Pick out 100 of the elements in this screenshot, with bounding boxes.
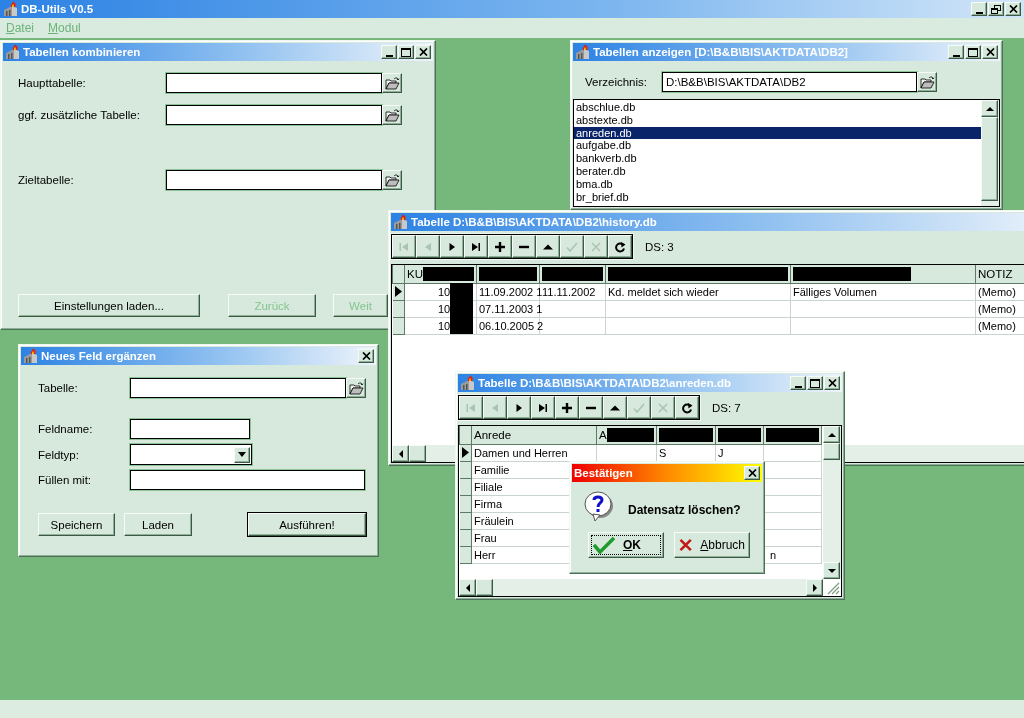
input-field[interactable]	[166, 170, 382, 190]
app-title: DB-Utils V0.5	[21, 3, 94, 15]
refresh-button[interactable]	[608, 235, 632, 258]
scroll-arrow-button[interactable]	[823, 562, 840, 579]
minimize-button[interactable]	[381, 45, 397, 59]
last-button[interactable]	[464, 235, 488, 258]
scroll-thumb[interactable]	[981, 117, 998, 201]
maximize-button[interactable]	[965, 45, 981, 59]
close-button[interactable]	[1005, 2, 1021, 16]
folder-open-icon	[384, 173, 400, 187]
scroll-thumb[interactable]	[409, 445, 426, 462]
scroll-thumb[interactable]	[823, 443, 840, 460]
browse-button[interactable]	[382, 105, 402, 125]
close-button[interactable]	[358, 349, 374, 363]
column-header[interactable]: A	[596, 426, 657, 444]
dropdown-field[interactable]	[130, 444, 252, 465]
scrollbar[interactable]	[459, 579, 823, 596]
list-item[interactable]: abstexte.db	[574, 113, 981, 127]
plus-icon	[494, 240, 506, 253]
restore-button[interactable]	[988, 2, 1004, 16]
close-button[interactable]	[744, 466, 760, 480]
table-cell-text: 11.11.2002	[542, 284, 596, 300]
app-icon	[5, 44, 21, 60]
refresh-button[interactable]	[675, 396, 699, 419]
browse-button[interactable]	[346, 378, 366, 398]
next-button[interactable]	[440, 235, 464, 258]
list-item[interactable]: berater.db	[574, 165, 981, 178]
input-field[interactable]	[166, 73, 382, 93]
restore-icon	[991, 4, 1001, 14]
scroll-thumb[interactable]	[476, 579, 493, 596]
list-item[interactable]: aufgabe.db	[574, 139, 981, 153]
scroll-arrow-button[interactable]	[806, 579, 823, 596]
last-button[interactable]	[531, 396, 555, 419]
close-button[interactable]	[824, 376, 840, 390]
input-field[interactable]	[130, 470, 365, 490]
folder-open-icon	[348, 381, 364, 395]
ok-button[interactable]: OK	[588, 532, 664, 558]
column-header[interactable]: NOTIZ	[975, 265, 1024, 283]
left-arrow-icon	[464, 583, 471, 592]
list-item[interactable]: bma.db	[574, 177, 981, 191]
field-label: Feldname:	[38, 423, 94, 435]
form-button[interactable]: Einstellungen laden...	[18, 294, 200, 317]
column-header[interactable]: KU	[404, 265, 477, 283]
form-button[interactable]: Laden	[124, 513, 192, 536]
list-item[interactable]: abschlue.db	[574, 101, 981, 114]
delete-button[interactable]	[579, 396, 603, 419]
input-field[interactable]	[166, 105, 382, 125]
window-title: Tabellen kombinieren	[23, 46, 141, 58]
maximize-button[interactable]	[398, 45, 414, 59]
dropdown-button[interactable]	[234, 446, 250, 463]
minimize-button[interactable]	[971, 2, 987, 16]
skip-end-icon	[537, 401, 549, 414]
scroll-arrow-button[interactable]	[823, 426, 840, 443]
scroll-arrow-button[interactable]	[392, 445, 409, 462]
list-item[interactable]: bankverb.db	[574, 152, 981, 165]
edit-button[interactable]	[603, 396, 627, 419]
right-arrow-icon	[811, 583, 818, 592]
list-item[interactable]: anreden.db	[574, 126, 981, 140]
scroll-arrow-button[interactable]	[459, 579, 476, 596]
question-icon	[583, 491, 615, 523]
browse-button[interactable]	[382, 170, 402, 190]
insert-button[interactable]	[555, 396, 579, 419]
scrollbar[interactable]	[823, 426, 841, 579]
table-cell-text: 10	[438, 284, 451, 300]
table-cell-text: 07.11.2003 1	[479, 301, 543, 317]
table-cell-text: 10	[438, 318, 451, 334]
next-button[interactable]	[507, 396, 531, 419]
delete-button[interactable]	[512, 235, 536, 258]
cancel-button[interactable]: Abbruch	[674, 532, 750, 558]
close-button[interactable]	[415, 45, 431, 59]
insert-button[interactable]	[488, 235, 512, 258]
table-cell-text: 06.10.2005 2	[479, 318, 544, 334]
column-header[interactable]	[790, 265, 976, 283]
record-count: DS: 3	[645, 240, 674, 253]
field-label: Tabelle:	[38, 382, 79, 394]
list-item[interactable]: br_brief.db	[574, 190, 981, 204]
minimize-button[interactable]	[948, 45, 964, 59]
browse-button[interactable]	[382, 73, 402, 93]
minimize-button[interactable]	[790, 376, 806, 390]
field-label: Feldtyp:	[38, 448, 80, 461]
cross-icon	[679, 536, 693, 554]
scrollbar[interactable]	[0, 700, 1024, 718]
folder-open-icon	[384, 108, 400, 122]
browse-button[interactable]	[917, 72, 937, 92]
input-field[interactable]	[130, 378, 346, 398]
app-icon	[393, 214, 409, 230]
maximize-button[interactable]	[807, 376, 823, 390]
form-button[interactable]: Ausführen!	[248, 513, 366, 536]
minimize-icon	[975, 11, 983, 14]
dialog-message: Datensatz löschen?	[628, 503, 741, 517]
maximize-icon	[401, 47, 411, 57]
input-field[interactable]	[130, 419, 250, 439]
form-button[interactable]: Speichern	[38, 513, 115, 536]
input-field[interactable]: D:\B&B\BIS\AKTDATA\DB2	[662, 72, 917, 92]
window-title: Tabellen anzeigen [D:\B&B\BIS\AKTDATA\DB2]	[593, 46, 848, 58]
scrollbar[interactable]	[981, 100, 999, 206]
column-header[interactable]: Anrede	[471, 426, 597, 444]
close-button[interactable]	[982, 45, 998, 59]
edit-button[interactable]	[536, 235, 560, 258]
scroll-arrow-button[interactable]	[981, 100, 998, 117]
